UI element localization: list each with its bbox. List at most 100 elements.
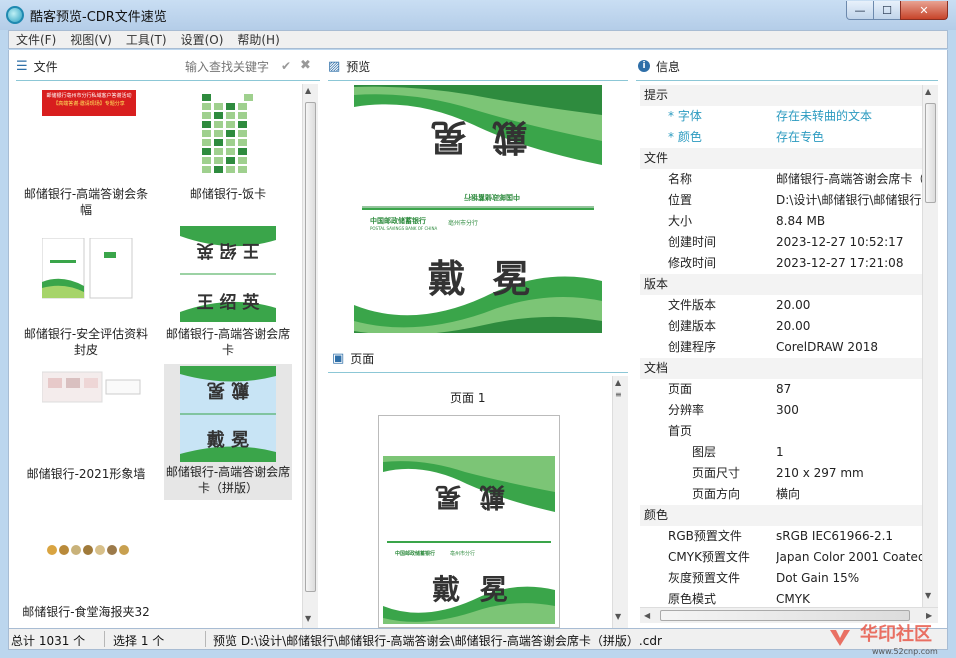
info-key: 文件: [644, 151, 669, 165]
info-value: 横向: [776, 487, 801, 501]
info-key: 页面尺寸: [692, 466, 741, 480]
thumb-name-flipped: 王 绍 英: [196, 240, 260, 260]
status-selected: 选择 1 个: [113, 634, 165, 648]
info-panel-title: 信息: [656, 59, 681, 74]
page-label: 页面 1: [450, 391, 486, 405]
thumb-name: 王 绍 英: [196, 293, 260, 313]
info-key: 首页: [668, 424, 693, 438]
info-row: 页面 87: [640, 379, 922, 400]
info-section-header: 颜色: [640, 505, 922, 526]
info-row: 页面方向 横向: [640, 484, 922, 505]
search-input[interactable]: [183, 59, 279, 75]
file-tile[interactable]: 邮储银行-2021形象墙: [22, 366, 150, 502]
file-thumbnail: 邮储银行亳州市分行私域客户答谢活动 【高端答谢·邀请现场】专题分享: [42, 90, 136, 116]
page-icon: ▣: [332, 350, 345, 366]
info-row: 图层 1: [640, 442, 922, 463]
info-value: 20.00: [776, 298, 811, 312]
clear-icon[interactable]: ✖: [300, 58, 311, 73]
menu-settings[interactable]: 设置(O): [174, 31, 231, 48]
window-title: 酷客预览-CDR文件速览: [30, 10, 167, 25]
file-tile[interactable]: 邮储银行-饭卡: [164, 86, 292, 222]
info-key: RGB预置文件: [668, 529, 742, 543]
file-thumbnail: [42, 238, 133, 299]
info-row: * 字体 存在未转曲的文本: [640, 106, 922, 127]
file-panel: ☰ 文件 ✔ ✖ 邮储银行亳州市分行私域客户答谢活动 【高端答谢·邀请现场】专题…: [8, 54, 322, 628]
info-key: * 字体: [668, 109, 702, 123]
info-value: 存在专色: [776, 130, 825, 144]
scroll-up-fast-icon[interactable]: ≡: [615, 390, 622, 399]
preview-branch: 亳州市分行: [448, 220, 479, 227]
info-section-header: 版本: [640, 274, 922, 295]
info-row: 文件版本 20.00: [640, 295, 922, 316]
page-branch: 亳州市分行: [450, 551, 476, 557]
info-key: 分辨率: [668, 403, 705, 417]
menu-tools[interactable]: 工具(T): [119, 31, 174, 48]
file-thumbnail: [42, 371, 141, 403]
file-tile[interactable]: 邮储银行亳州市分行私域客户答谢活动 【高端答谢·邀请现场】专题分享 邮储银行-高…: [22, 86, 150, 222]
info-value: 87: [776, 382, 792, 396]
info-section-header: 文件: [640, 148, 922, 169]
info-panel-header: i 信息: [636, 54, 936, 78]
menu-view[interactable]: 视图(V): [63, 31, 119, 48]
pages-panel-title: 页面: [350, 351, 375, 366]
maximize-button[interactable]: ☐: [873, 1, 901, 20]
file-panel-title: 文件: [33, 59, 58, 74]
file-tile[interactable]: 邮储银行-安全评估资料封皮: [22, 226, 150, 362]
info-row: 分辨率 300: [640, 400, 922, 421]
file-tile-selected[interactable]: 戴 冕 戴 冕 邮储银行-高端答谢会席卡（拼版）: [164, 364, 292, 500]
scroll-down-icon[interactable]: ▼: [615, 612, 621, 621]
file-caption: 邮储银行-高端答谢会席卡（拼版）: [165, 465, 291, 495]
info-value: 1: [776, 445, 784, 459]
preview-name: 戴 冕: [427, 256, 531, 301]
close-button[interactable]: ✕: [900, 1, 948, 20]
info-value: 8.84 MB: [776, 214, 826, 228]
page-bank-name: 中国邮政储蓄银行: [395, 551, 436, 557]
scroll-up-icon[interactable]: ▲: [925, 87, 931, 96]
file-list-scrollbar[interactable]: ▲ ▼: [302, 84, 318, 628]
scroll-left-icon[interactable]: ◀: [644, 611, 650, 620]
file-tile[interactable]: 邮储银行-食堂海报夹32: [22, 506, 150, 626]
info-key: 颜色: [644, 508, 669, 522]
info-key: 图层: [692, 445, 717, 459]
menu-help[interactable]: 帮助(H): [230, 31, 286, 48]
scroll-down-icon[interactable]: ▼: [925, 591, 931, 600]
preview-bank-name: 中国邮政储蓄银行: [370, 217, 426, 225]
info-key: 创建版本: [668, 319, 717, 333]
info-key: 创建时间: [668, 235, 717, 249]
file-thumbnail: [47, 545, 129, 555]
banner-subtext: 【高端答谢·邀请现场】专题分享: [53, 101, 125, 107]
scroll-up-icon[interactable]: ▲: [305, 86, 311, 95]
preview-panel-header: ▨ 预览: [328, 54, 628, 78]
info-value: 邮储银行-高端答谢会席卡（拼版）.cdr: [776, 172, 922, 186]
info-key: 位置: [668, 193, 693, 207]
info-key: 页面方向: [692, 487, 741, 501]
info-value: Dot Gain 15%: [776, 571, 860, 585]
preview-bank-name-en: POSTAL SAVINGS BANK OF CHINA: [370, 226, 438, 231]
minimize-button[interactable]: —: [846, 1, 874, 20]
info-value: 存在未转曲的文本: [776, 109, 873, 123]
scroll-up-icon[interactable]: ▲: [615, 378, 621, 387]
file-tile[interactable]: 王 绍 英 王 绍 英 邮储银行-高端答谢会席卡: [164, 226, 292, 362]
scrollbar-thumb[interactable]: [305, 102, 316, 592]
info-key: 提示: [644, 88, 669, 102]
pages-scrollbar[interactable]: ▲ ≡ ▼: [612, 376, 628, 628]
info-key: 版本: [644, 277, 669, 291]
info-vscrollbar[interactable]: ▲ ▼: [922, 85, 938, 607]
info-key: 原色模式: [668, 592, 717, 606]
scrollbar-thumb[interactable]: [925, 103, 936, 203]
info-row: 名称 邮储银行-高端答谢会席卡（拼版）.cdr: [640, 169, 922, 190]
check-icon[interactable]: ✔: [281, 59, 291, 73]
info-key: 灰度预置文件: [668, 571, 741, 585]
list-icon: ☰: [16, 58, 28, 74]
info-value: D:\设计\邮储银行\邮储银行-高端答谢会: [776, 193, 922, 207]
info-row: 创建时间 2023-12-27 10:52:17: [640, 232, 922, 253]
menu-file[interactable]: 文件(F): [9, 31, 63, 48]
info-row: 首页: [640, 421, 922, 442]
file-header-divider: [16, 80, 320, 81]
file-thumbnail: [202, 94, 253, 173]
watermark-text: 华印社区: [860, 623, 932, 645]
file-caption: 邮储银行-安全评估资料封皮: [23, 327, 149, 357]
scroll-down-icon[interactable]: ▼: [305, 614, 311, 623]
status-path: 预览 D:\设计\邮储银行\邮储银行-高端答谢会\邮储银行-高端答谢会席卡（拼版…: [213, 634, 662, 648]
info-row: 创建程序 CorelDRAW 2018: [640, 337, 922, 358]
